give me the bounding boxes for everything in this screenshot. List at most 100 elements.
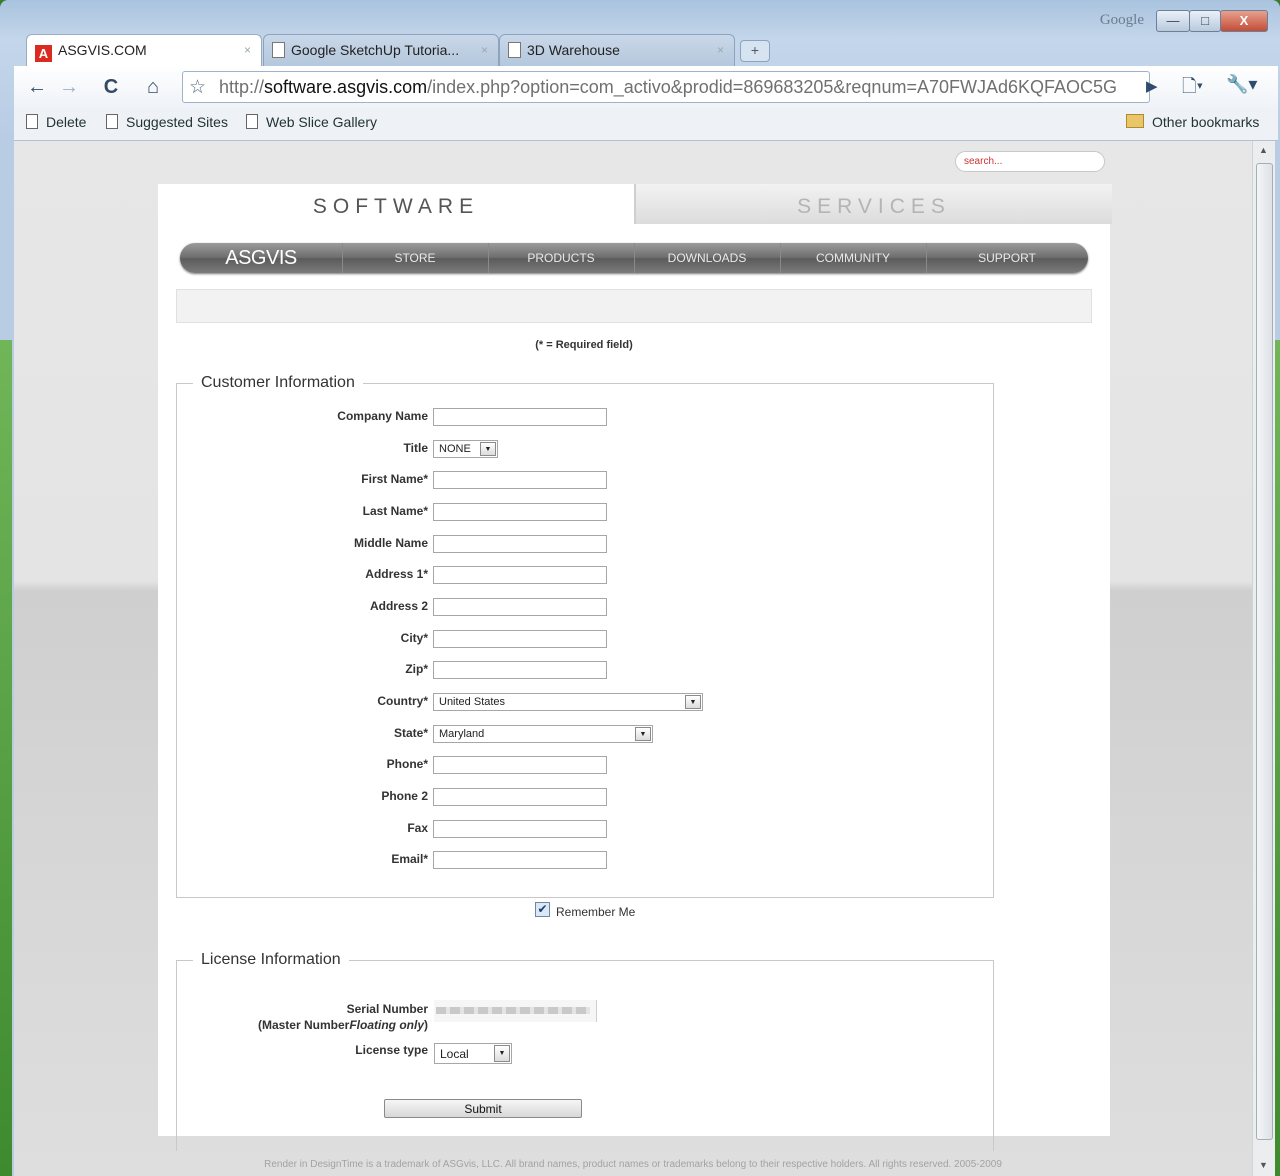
bookmark-star-icon[interactable]: ☆ [189,76,206,99]
page-icon [246,114,258,129]
address1-input[interactable] [433,566,607,584]
minimize-button[interactable]: — [1156,10,1190,32]
state-label: State* [393,726,428,740]
country-select[interactable]: United States ▼ [433,693,703,711]
back-arrow-icon[interactable]: ← [22,72,52,102]
desktop-background-left [0,340,12,1176]
maximize-button[interactable]: □ [1189,10,1221,32]
company-name-input[interactable] [433,408,607,426]
tab-close-icon[interactable]: × [481,43,488,57]
tab-sketchup-tutorial[interactable]: Google SketchUp Tutoria... × [263,34,499,66]
wrench-menu-icon[interactable]: 🔧▾ [1226,74,1257,95]
license-type-select[interactable]: Local ▼ [434,1043,512,1064]
scroll-down-icon[interactable]: ▼ [1259,1160,1268,1170]
city-input[interactable] [433,630,607,648]
bookmarks-bar: Delete Suggested Sites Web Slice Gallery… [14,110,1278,141]
bookmark-delete[interactable]: Delete [26,114,86,130]
tab-close-icon[interactable]: × [717,43,724,57]
url-text[interactable]: http://software.asgvis.com/index.php?opt… [219,77,1139,98]
bookmark-suggested-sites[interactable]: Suggested Sites [106,114,228,130]
license-information-legend: License Information [193,951,349,969]
last-name-input[interactable] [433,503,607,521]
google-label: Google [1099,12,1144,28]
required-field-note: (* = Required field) [535,339,633,351]
serial-number-label: Serial Number [346,1002,428,1016]
chevron-down-icon: ▼ [685,695,701,709]
state-select[interactable]: Maryland ▼ [433,725,653,743]
remember-me-checkbox[interactable]: ✔ [535,902,550,917]
city-label: City* [400,631,428,645]
blurred-serial [436,1007,590,1014]
company-name-label: Company Name [337,409,428,423]
page-content: SOFTWARE SERVICES ASGVIS STORE PRODUCTS … [158,184,1112,1151]
address1-label: Address 1* [365,567,428,581]
tab-title: Google SketchUp Tutoria... [291,42,460,58]
submit-button[interactable]: Submit [384,1099,582,1118]
scroll-up-icon[interactable]: ▲ [1259,145,1268,155]
page-icon [106,114,118,129]
title-label: Title [403,441,428,455]
address2-input[interactable] [433,598,607,616]
fax-input[interactable] [433,820,607,838]
close-window-button[interactable]: X [1220,10,1268,32]
phone-label: Phone* [386,757,428,771]
phone-input[interactable] [433,756,607,774]
page-icon [272,42,285,58]
asgvis-favicon-icon: A [35,45,52,62]
title-select[interactable]: NONE ▼ [433,440,498,458]
nav-brand-asgvis[interactable]: ASGVIS [180,243,343,273]
tab-software[interactable]: SOFTWARE [158,184,634,224]
tab-services[interactable]: SERVICES [634,184,1112,224]
country-label: Country* [377,694,428,708]
phone2-input[interactable] [433,788,607,806]
nav-support[interactable]: SUPPORT [926,243,1088,273]
middle-name-input[interactable] [433,535,607,553]
page-icon [508,42,521,58]
chevron-down-icon: ▼ [494,1045,510,1062]
page-viewport: search... SOFTWARE SERVICES ASGVIS STORE… [14,141,1252,1176]
address-bar[interactable]: ☆ http://software.asgvis.com/index.php?o… [182,71,1150,103]
footer-text: Render in DesignTime is a trademark of A… [264,1159,1002,1170]
page-icon [26,114,38,129]
tab-close-icon[interactable]: × [244,43,251,57]
new-tab-button[interactable]: + [740,40,770,62]
middle-name-label: Middle Name [353,536,428,550]
other-bookmarks[interactable]: Other bookmarks [1126,114,1259,130]
vertical-scrollbar[interactable]: ▲ ▼ [1252,141,1275,1176]
zip-label: Zip* [405,662,428,676]
chevron-down-icon: ▼ [480,442,496,456]
last-name-label: Last Name* [362,504,428,518]
tab-asgvis[interactable]: A ASGVIS.COM × [26,34,262,66]
remember-me-label: Remember Me [556,905,636,919]
license-type-label: License type [355,1043,428,1057]
phone2-label: Phone 2 [381,789,428,803]
nav-products[interactable]: PRODUCTS [488,243,635,273]
folder-icon [1126,114,1144,128]
email-input[interactable] [433,851,607,869]
nav-community[interactable]: COMMUNITY [780,243,927,273]
message-bar [176,289,1092,323]
first-name-input[interactable] [433,471,607,489]
site-search-input[interactable]: search... [955,151,1105,172]
serial-number-sublabel: (Master NumberFloating only) [257,1018,428,1032]
browser-toolbar: ← → C ⌂ ☆ http://software.asgvis.com/ind… [14,66,1278,110]
first-name-label: First Name* [361,472,428,486]
nav-store[interactable]: STORE [342,243,489,273]
tab-title: ASGVIS.COM [58,42,147,58]
bookmark-web-slice-gallery[interactable]: Web Slice Gallery [246,114,377,130]
address2-label: Address 2 [369,599,428,613]
customer-information-legend: Customer Information [193,374,363,392]
go-icon[interactable]: ▶ [1146,77,1158,95]
home-icon[interactable]: ⌂ [138,72,168,102]
nav-downloads[interactable]: DOWNLOADS [634,243,781,273]
email-label: Email* [391,852,428,866]
tab-title: 3D Warehouse [527,42,620,58]
reload-icon[interactable]: C [96,72,126,102]
chevron-down-icon: ▼ [635,727,651,741]
forward-arrow-icon[interactable]: → [54,72,84,102]
tab-3d-warehouse[interactable]: 3D Warehouse × [499,34,735,66]
fax-label: Fax [407,821,428,835]
page-menu-icon[interactable]: 🗋▾ [1182,74,1203,104]
scrollbar-thumb[interactable] [1256,163,1273,1140]
zip-input[interactable] [433,661,607,679]
